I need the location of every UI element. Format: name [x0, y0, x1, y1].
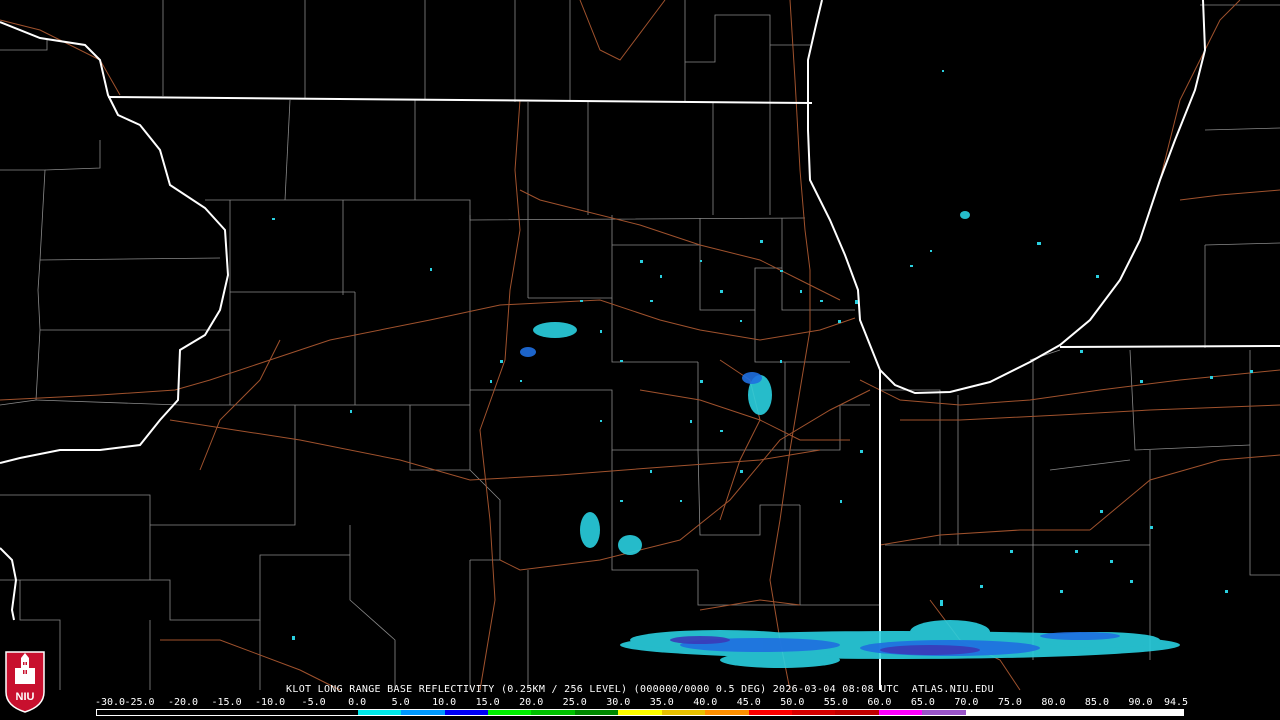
colorbar-segment: [792, 710, 836, 715]
colorbar-segment: [965, 710, 1010, 715]
colorbar-segment: [227, 710, 271, 715]
scale-label: 10.0: [432, 697, 457, 708]
scale-label: 35.0: [649, 697, 674, 708]
colorbar-segment: [835, 710, 879, 715]
reflectivity-colorbar: [96, 709, 1184, 716]
product-caption: KLOT LONG RANGE BASE REFLECTIVITY (0.25K…: [286, 684, 994, 695]
scale-label: 80.0: [1041, 697, 1066, 708]
radar-map: [0, 0, 1280, 691]
scale-label: 85.0: [1084, 697, 1109, 708]
scale-label: 30.0: [606, 697, 631, 708]
colorbar-segment: [531, 710, 575, 715]
scale-label: 40.0: [693, 697, 718, 708]
colorbar-segment: [1009, 710, 1053, 715]
colorbar-segment: [748, 710, 792, 715]
colorbar-segment: [574, 710, 619, 715]
colorbar-segment: [444, 710, 488, 715]
scale-label: 5.0: [391, 697, 410, 708]
colorbar-segment: [618, 710, 662, 715]
colorbar-segment: [270, 710, 315, 715]
colorbar-segment: [1139, 710, 1183, 715]
niu-logo: NIU: [4, 648, 46, 714]
scale-label: 45.0: [736, 697, 761, 708]
scale-label: 15.0: [475, 697, 500, 708]
scale-label: -30.0: [94, 697, 126, 708]
state-boundaries: [0, 0, 1280, 690]
scale-label: -25.0: [124, 697, 155, 708]
colorbar-segment: [661, 710, 706, 715]
radar-echoes: [272, 70, 1253, 668]
scale-label: 55.0: [823, 697, 848, 708]
colorbar-segment: [1096, 710, 1140, 715]
scale-label: 60.0: [867, 697, 892, 708]
colorbar-segment: [401, 710, 445, 715]
scale-label: -10.0: [255, 697, 286, 708]
colorbar-segment: [314, 710, 358, 715]
scale-label: 20.0: [519, 697, 544, 708]
colorbar-segment: [97, 710, 141, 715]
colorbar-segment: [487, 710, 532, 715]
scale-label: 94.5: [1163, 697, 1189, 708]
colorbar-segment: [140, 710, 184, 715]
colorbar-segment: [878, 710, 923, 715]
highway-lines: [0, 0, 1280, 691]
scale-label: 75.0: [997, 697, 1022, 708]
scale-label: -20.0: [167, 697, 199, 708]
county-lines: [0, 0, 1280, 690]
scale-label: -15.0: [211, 697, 242, 708]
scale-label: 0.0: [348, 697, 367, 708]
colorbar-segment: [183, 710, 228, 715]
scale-label: 70.0: [954, 697, 979, 708]
scale-label: 50.0: [780, 697, 805, 708]
colorbar-segment: [357, 710, 402, 715]
colorbar-segment: [1052, 710, 1097, 715]
scale-label: 25.0: [562, 697, 587, 708]
scale-label: -5.0: [301, 697, 326, 708]
scale-label: 65.0: [910, 697, 935, 708]
colorbar-segment: [922, 710, 966, 715]
reflectivity-scale-labels: -30.0 -25.0 -20.0 -15.0 -10.0 -5.0 0.0 5.0 10.0 1…: [94, 697, 1189, 709]
colorbar-segment: [705, 710, 749, 715]
scale-label: 90.0: [1128, 697, 1153, 708]
